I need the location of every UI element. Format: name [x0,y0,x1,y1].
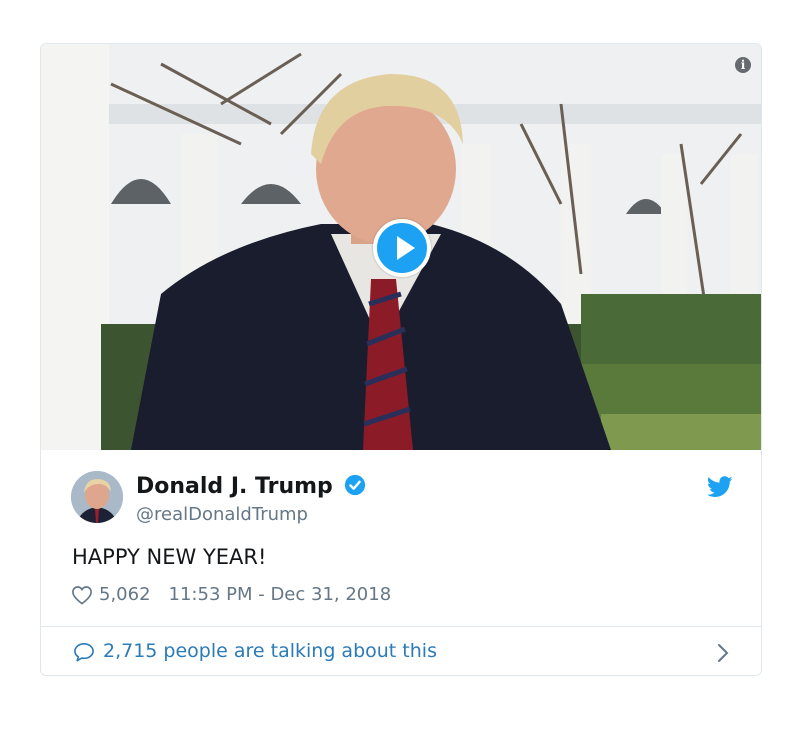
twitter-bird-icon[interactable] [707,476,733,498]
conversation-link[interactable]: 2,715 people are talking about this [41,627,761,675]
video-thumbnail[interactable]: i [41,44,761,450]
author-name-text: Donald J. Trump [136,474,333,499]
info-icon[interactable]: i [735,57,751,73]
avatar-image [71,471,123,523]
like-count: 5,062 [99,584,151,605]
speech-bubble-icon [74,643,94,662]
play-button[interactable] [373,219,431,277]
chevron-right-icon [718,644,729,662]
play-icon [397,236,415,260]
avatar[interactable] [71,471,123,523]
like-button[interactable]: 5,062 [71,584,151,605]
talking-about-label: 2,715 people are talking about this [103,640,437,662]
tweet-timestamp[interactable]: 11:53 PM - Dec 31, 2018 [169,584,392,605]
author-handle[interactable]: @realDonaldTrump [136,504,308,525]
verified-badge-icon [345,474,366,496]
embedded-tweet-card: i Donald J. Trump @realDonaldTrump HAPPY… [40,43,762,676]
tweet-text: HAPPY NEW YEAR! [72,545,267,569]
author-name[interactable]: Donald J. Trump [136,474,366,499]
heart-icon [72,585,92,605]
tweet-meta: 5,062 11:53 PM - Dec 31, 2018 [71,584,391,605]
